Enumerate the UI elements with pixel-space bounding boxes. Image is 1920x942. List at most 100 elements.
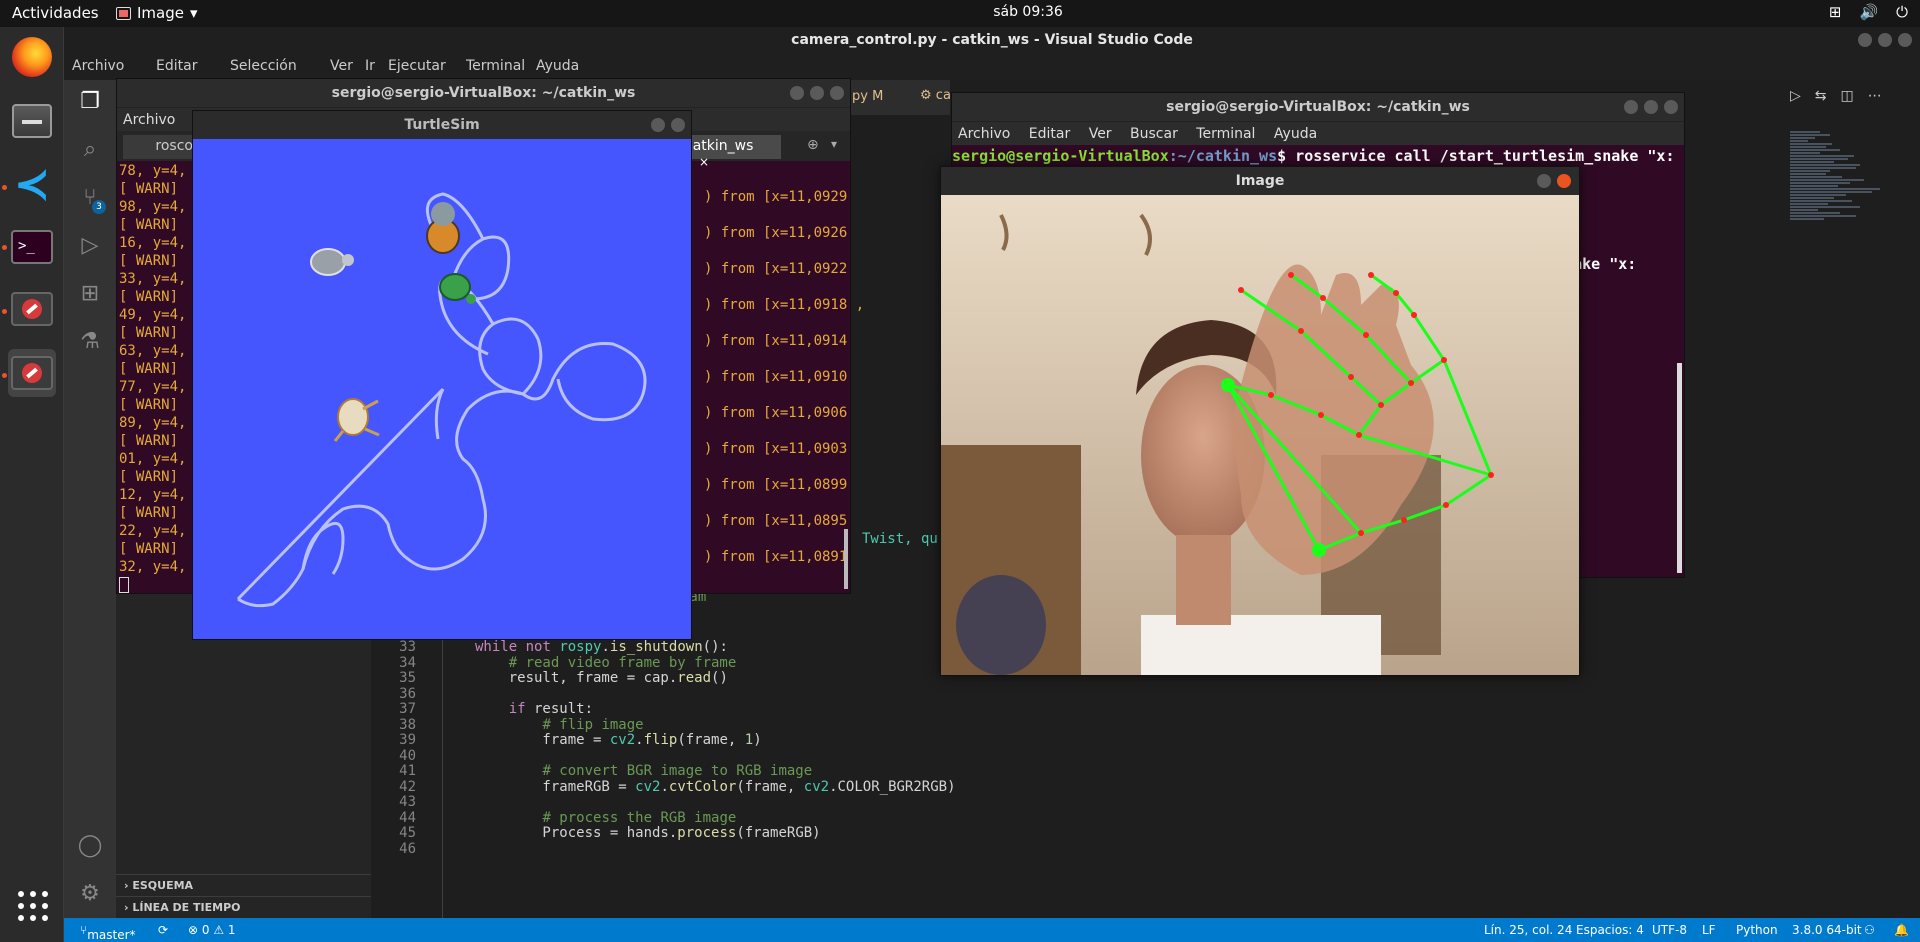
minimize-button[interactable] xyxy=(651,118,665,132)
encoding[interactable]: UTF-8 xyxy=(1652,923,1687,937)
line-number: 35 xyxy=(399,670,416,686)
new-tab-icon[interactable]: ⊕ xyxy=(807,137,819,153)
close-button[interactable] xyxy=(1664,100,1678,114)
image-title-bar: Image xyxy=(941,167,1579,195)
sync-icon[interactable]: ⟳ xyxy=(158,923,168,937)
terminal-line: ) from [x=11,0895 xyxy=(704,513,848,529)
running-indicator xyxy=(2,309,7,314)
menu-seleccion[interactable]: Selección xyxy=(230,58,297,74)
extensions-icon[interactable]: ⊞ xyxy=(74,278,106,310)
menu-archivo[interactable]: Archivo xyxy=(72,58,124,74)
decorative-plate xyxy=(956,575,1046,675)
menu-ayuda[interactable]: Ayuda xyxy=(1274,126,1317,142)
account-icon[interactable]: ◯ xyxy=(74,830,106,862)
section-outline[interactable]: › ESQUEMA xyxy=(116,874,371,896)
app-menu[interactable]: Image ▾ xyxy=(116,4,198,22)
line-number: 34 xyxy=(399,654,416,671)
image-window[interactable]: Image xyxy=(940,166,1580,676)
maximize-button[interactable] xyxy=(1878,33,1892,47)
run-icon[interactable]: ▷ xyxy=(1790,88,1801,104)
search-icon[interactable]: ⌕ xyxy=(74,134,106,166)
scrollbar[interactable] xyxy=(844,529,848,589)
code-line: while not rospy.is_shutdown(): xyxy=(475,639,728,655)
turtlesim-canvas[interactable] xyxy=(193,139,691,639)
editor-tab-partial-2[interactable]: ⚙ ca xyxy=(920,88,951,103)
tab-menu-chevron-icon[interactable]: ▾ xyxy=(831,137,837,151)
code-line: # flip image xyxy=(542,716,644,733)
explorer-icon[interactable]: ❐ xyxy=(74,86,106,118)
line-number: 40 xyxy=(399,747,416,764)
activities-button[interactable]: Actividades xyxy=(12,4,99,22)
close-button[interactable] xyxy=(1557,174,1571,188)
interpreter[interactable]: 3.8.0 64-bit xyxy=(1792,923,1862,937)
split-editor-icon[interactable]: ◫ xyxy=(1841,88,1854,104)
dock-terminal[interactable]: >_ xyxy=(8,223,56,271)
terminal-title-bar: sergio@sergio-VirtualBox: ~/catkin_ws xyxy=(952,93,1684,121)
running-indicator xyxy=(2,185,7,190)
indent-setting[interactable]: Espacios: 4 xyxy=(1576,923,1644,937)
eol[interactable]: LF xyxy=(1702,923,1716,937)
menu-editar[interactable]: Editar xyxy=(156,58,197,74)
minimize-button[interactable] xyxy=(1624,100,1638,114)
code-line: # read video frame by frame xyxy=(508,654,737,671)
run-debug-icon[interactable]: ▷ xyxy=(74,230,106,262)
settings-gear-icon[interactable]: ⚙ xyxy=(74,878,106,910)
dock-firefox[interactable] xyxy=(8,33,56,81)
dock-app-generic-active[interactable] xyxy=(8,349,56,397)
section-timeline[interactable]: › LÍNEA DE TIEMPO xyxy=(116,896,371,918)
testing-icon[interactable]: ⚗ xyxy=(74,326,106,358)
notifications-icon[interactable]: 🔔 xyxy=(1894,923,1909,937)
more-icon[interactable]: ⋯ xyxy=(1868,88,1882,104)
code-line: result, frame = cap.read() xyxy=(475,670,728,686)
terminal-line: ) from [x=11,0910 xyxy=(704,369,848,385)
webcam-frame xyxy=(941,195,1579,675)
minimize-button[interactable] xyxy=(790,86,804,100)
line-number: 38 xyxy=(399,716,416,733)
menu-ver[interactable]: Ver xyxy=(1089,126,1112,142)
menu-archivo[interactable]: Archivo xyxy=(958,126,1010,142)
terminal-line: ) from [x=11,0906 xyxy=(704,405,848,421)
minimize-button[interactable] xyxy=(1858,33,1872,47)
problems-indicator[interactable]: ⊗ 0 ⚠ 1 xyxy=(188,923,236,937)
terminal-prompt-line: sergio@sergio-VirtualBox:~/catkin_ws$ ro… xyxy=(952,147,1675,165)
system-tray[interactable]: ⊞ 🔊 ⏻ xyxy=(1829,3,1908,21)
clock[interactable]: sáb 09:36 xyxy=(928,4,1128,20)
menu-ayuda[interactable]: Ayuda xyxy=(536,58,579,74)
running-indicator xyxy=(2,373,7,378)
line-number: 39 xyxy=(399,732,416,748)
terminal-title-bar: sergio@sergio-VirtualBox: ~/catkin_ws xyxy=(117,79,850,107)
dock-files[interactable] xyxy=(8,97,56,145)
dock-app-generic[interactable] xyxy=(8,285,56,333)
terminal-tab-roscore[interactable]: rosco xyxy=(123,135,203,159)
maximize-button[interactable] xyxy=(810,86,824,100)
cursor-position[interactable]: Lín. 25, col. 24 xyxy=(1484,923,1572,937)
language-mode[interactable]: Python xyxy=(1736,923,1778,937)
line-number: 36 xyxy=(399,685,416,702)
menu-ver[interactable]: Ver xyxy=(330,58,353,74)
branch-indicator[interactable]: ⑂ master* xyxy=(80,923,136,942)
scrollbar[interactable] xyxy=(1677,363,1682,573)
menu-archivo[interactable]: Archivo xyxy=(123,112,175,128)
image-app-icon xyxy=(116,6,131,20)
dock-vscode[interactable]: ≺ xyxy=(8,161,56,209)
menu-ir[interactable]: Ir xyxy=(365,58,375,74)
minimize-button[interactable] xyxy=(1537,174,1551,188)
close-button[interactable] xyxy=(671,118,685,132)
account-status-icon[interactable]: ⚇ xyxy=(1864,923,1875,937)
status-bar: ⑂ master* ⟳ ⊗ 0 ⚠ 1 Lín. 25, col. 24 Esp… xyxy=(64,918,1920,942)
menu-ejecutar[interactable]: Ejecutar xyxy=(388,58,446,74)
menu-editar[interactable]: Editar xyxy=(1029,126,1070,142)
close-button[interactable] xyxy=(830,86,844,100)
turtlesim-window[interactable]: TurtleSim xyxy=(192,110,692,640)
terminal-line: ) from [x=11,0914 xyxy=(704,333,848,349)
minimap[interactable] xyxy=(1790,130,1910,360)
maximize-button[interactable] xyxy=(1644,100,1658,114)
line-number: 37 xyxy=(399,701,416,717)
show-applications-icon[interactable] xyxy=(18,891,48,921)
compare-icon[interactable]: ⇆ xyxy=(1815,88,1827,104)
menu-terminal[interactable]: Terminal xyxy=(466,58,525,74)
no-entry-icon xyxy=(11,292,53,326)
close-button[interactable] xyxy=(1898,33,1912,47)
menu-terminal[interactable]: Terminal xyxy=(1196,126,1255,142)
menu-buscar[interactable]: Buscar xyxy=(1130,126,1178,142)
